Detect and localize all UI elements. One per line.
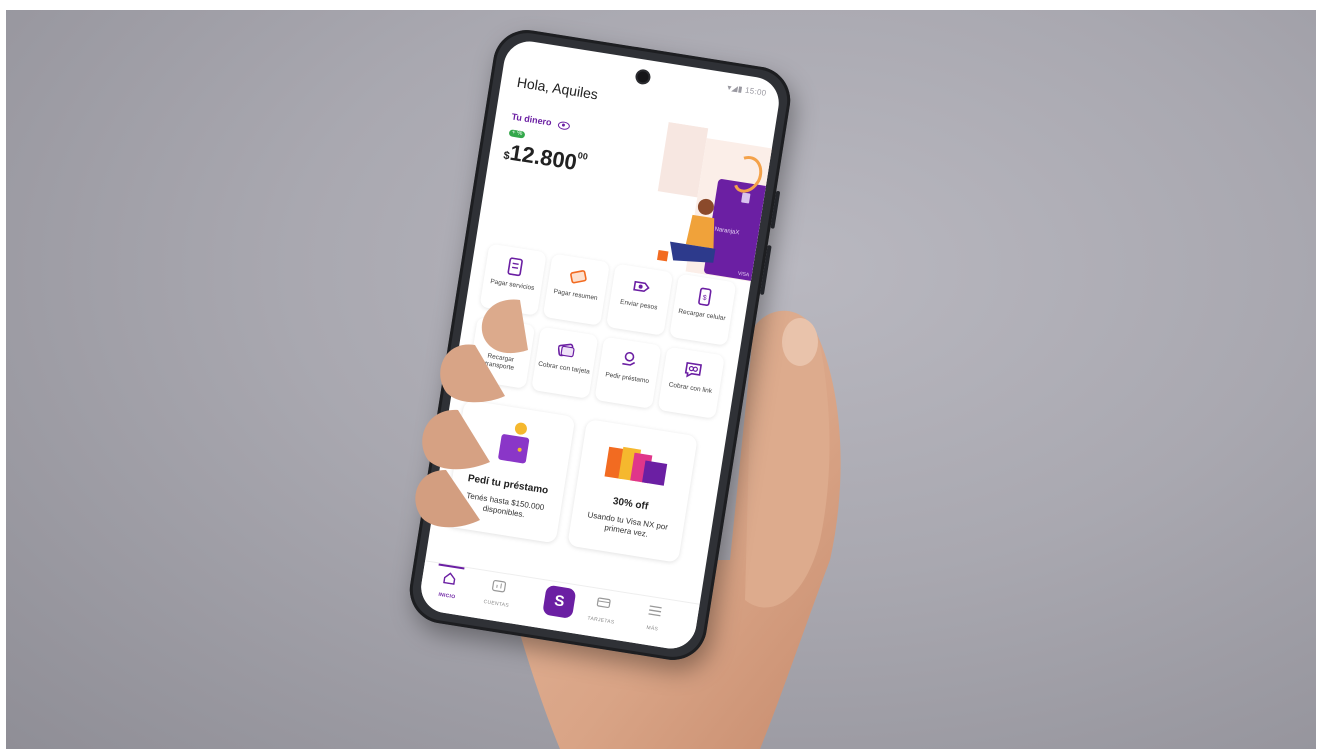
photo-scene: ▾◢▮ 15:00 Hola, Aquiles Tu dinero + % $1… [0,0,1320,749]
hand-fingers [415,299,528,528]
